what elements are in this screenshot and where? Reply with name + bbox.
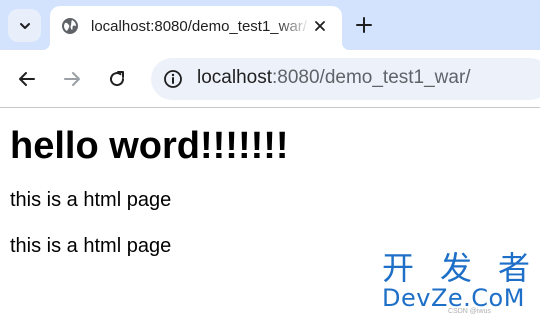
reload-icon[interactable] — [107, 69, 127, 89]
info-icon[interactable] — [163, 69, 183, 89]
toolbar: localhost:8080/demo_test1_war/ — [0, 50, 540, 107]
paragraph-1: this is a html page — [10, 189, 172, 211]
plus-icon[interactable] — [354, 15, 374, 35]
arrow-right-icon[interactable] — [62, 69, 82, 89]
page-content: hello word!!!!!!! this is a html page th… — [10, 108, 530, 258]
watermark-chinese: 开 发 者 — [382, 250, 530, 286]
tab-strip: localhost:8080/demo_test1_war/ — [0, 0, 540, 50]
address-bar[interactable]: localhost:8080/demo_test1_war/ — [151, 58, 540, 100]
url-path: :8080/demo_test1_war/ — [272, 67, 471, 88]
close-icon[interactable] — [312, 18, 328, 34]
browser-tab[interactable]: localhost:8080/demo_test1_war/ — [42, 6, 350, 50]
url-host: localhost — [197, 67, 272, 88]
tab-title: localhost:8080/demo_test1_war/ — [91, 18, 307, 35]
watermark-sub: CSDN @iwus — [448, 308, 491, 315]
watermark-char-3: 者 — [497, 249, 530, 287]
watermark-char-1: 开 — [382, 249, 415, 287]
arrow-left-icon[interactable] — [17, 69, 37, 89]
url-text[interactable]: localhost:8080/demo_test1_war/ — [197, 67, 471, 89]
globe-icon — [62, 18, 78, 34]
watermark: 开 发 者 DevZe.CoM CSDN @iwus — [382, 250, 540, 319]
watermark-char-2: 发 — [439, 249, 472, 287]
page-heading: hello word!!!!!!! — [10, 125, 289, 167]
tab-search-button[interactable] — [8, 9, 41, 42]
chevron-down-icon — [19, 22, 30, 29]
